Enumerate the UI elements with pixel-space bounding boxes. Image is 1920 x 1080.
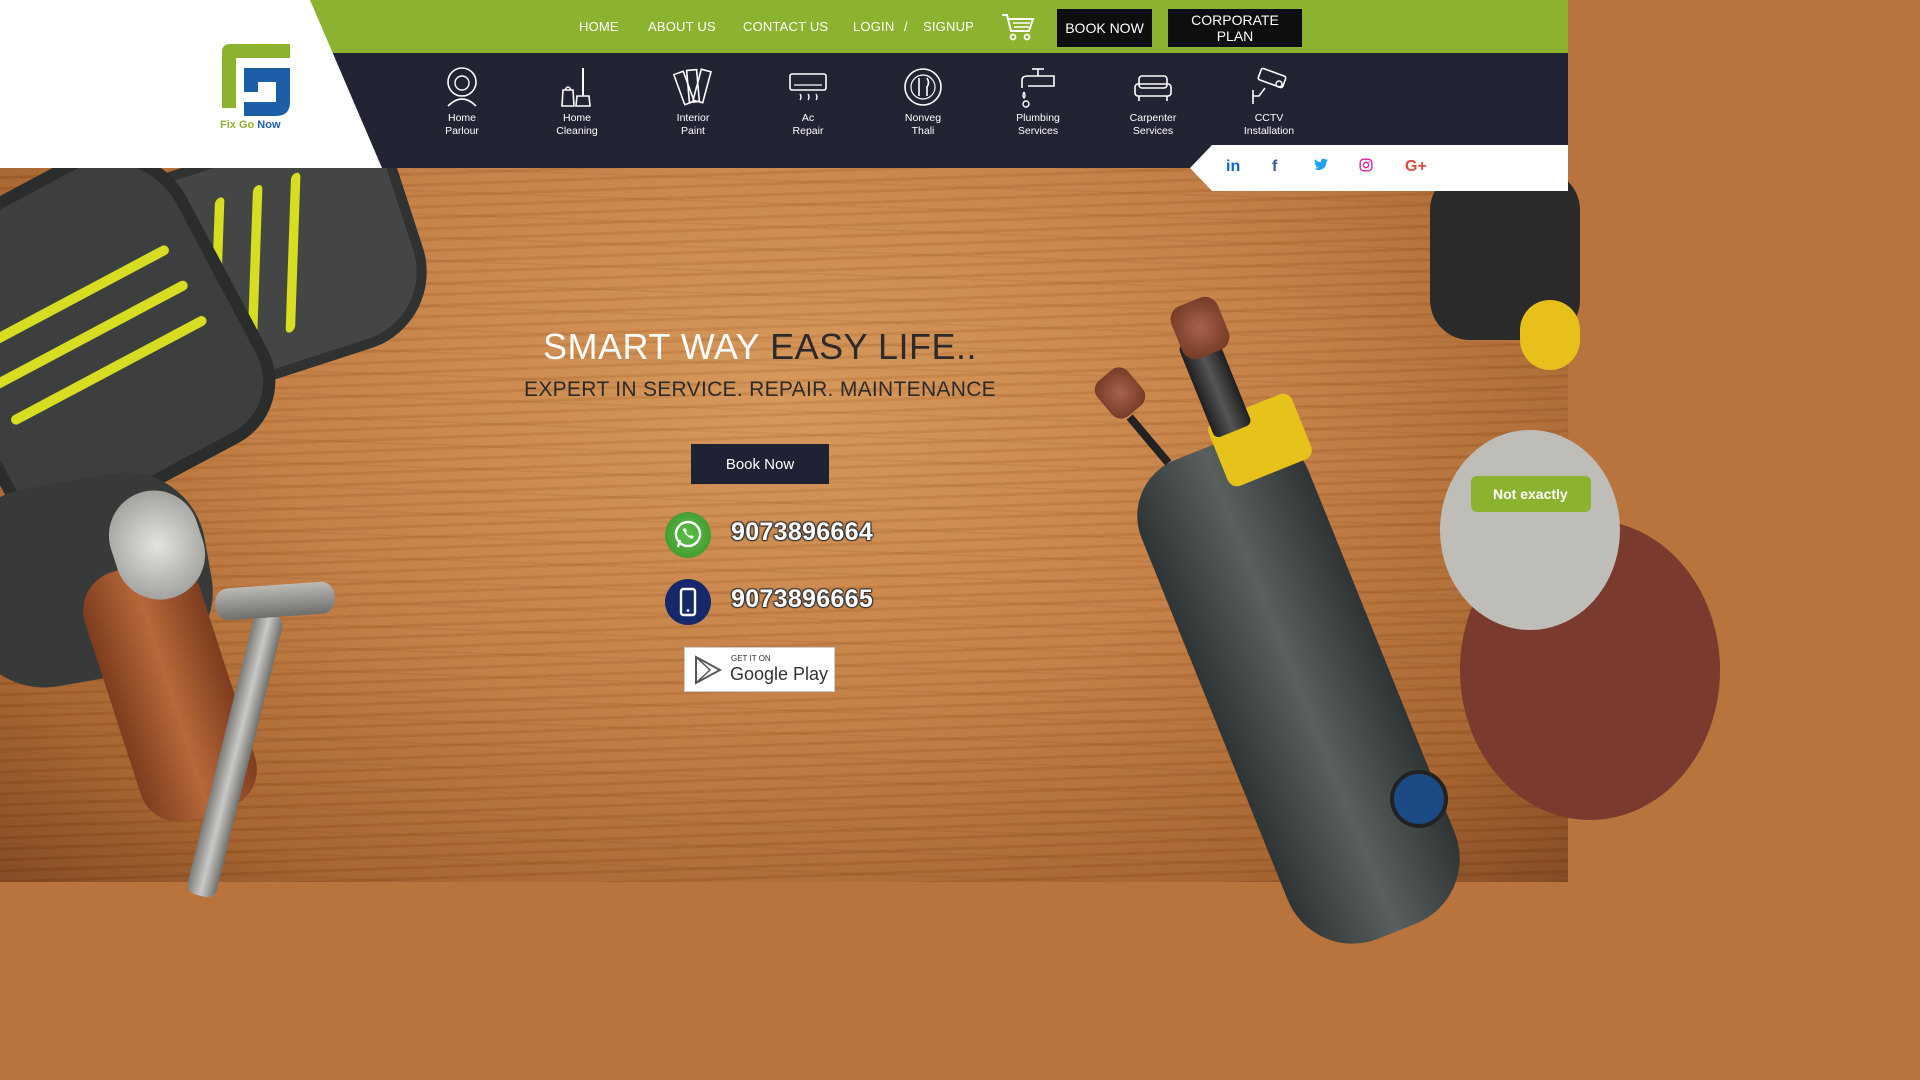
mobile-phone-icon[interactable] [665, 579, 711, 625]
twitter-bird-icon [1314, 158, 1328, 171]
nav-about: ABOUT US [648, 0, 716, 53]
nav-contact-link[interactable]: CONTACT US [743, 19, 828, 34]
service-cctv[interactable]: CCTV Installation [1219, 66, 1319, 138]
air-conditioner-icon [789, 73, 827, 101]
whatsapp-icon[interactable] [665, 512, 711, 558]
hero-subtitle: EXPERT IN SERVICE. REPAIR. MAINTENANCE [524, 378, 996, 401]
logo-text-now: Now [257, 119, 281, 131]
nav-about-link[interactable]: ABOUT US [648, 19, 716, 34]
nav-home: HOME [579, 0, 619, 53]
nav-login-link[interactable]: LOGIN [853, 19, 894, 34]
nav-home-link[interactable]: HOME [579, 19, 619, 34]
nav-contact: CONTACT US [743, 0, 828, 53]
book-now-button[interactable]: BOOK NOW [1057, 9, 1152, 47]
service-nonveg-thali[interactable]: Nonveg Thali [873, 66, 973, 138]
plate-cutlery-icon [904, 68, 942, 106]
service-label: Plumbing [1016, 112, 1060, 124]
service-label: Services [1017, 125, 1059, 137]
service-label: Ac [801, 112, 815, 124]
service-carpenter[interactable]: Carpenter Services [1103, 66, 1203, 138]
sofa-icon [1134, 75, 1172, 101]
smartphone-glyph-icon [679, 587, 697, 617]
tool-image [1520, 300, 1580, 370]
rotary-tool-button-image [1390, 770, 1448, 828]
service-label: CCTV [1254, 112, 1284, 124]
service-label: Nonveg [904, 112, 942, 124]
logo-text-fixgo: Fix Go [220, 119, 255, 131]
twitter-icon[interactable] [1314, 158, 1328, 176]
googleplus-icon[interactable]: G+ [1405, 158, 1427, 176]
nav-separator: / [904, 19, 908, 34]
tool-stripe [285, 171, 301, 334]
service-label: Cleaning [556, 125, 598, 137]
service-label: Parlour [445, 125, 479, 137]
linkedin-icon[interactable]: in [1226, 158, 1240, 176]
service-home-parlour[interactable]: Home Parlour [412, 66, 512, 138]
hero-title-white: SMART WAY [543, 326, 760, 367]
service-label: Interior [676, 112, 710, 124]
faucet-icon [1021, 68, 1055, 108]
corporate-plan-button[interactable]: CORPORATE PLAN [1168, 9, 1302, 47]
service-label: Carpenter [1129, 112, 1177, 124]
service-home-cleaning[interactable]: Home Cleaning [527, 66, 627, 138]
whatsapp-number[interactable]: 9073896664 [731, 518, 873, 547]
instagram-icon[interactable] [1359, 158, 1373, 177]
service-label: Home [562, 112, 591, 124]
cart-icon[interactable] [1001, 12, 1035, 42]
service-label: Repair [792, 125, 824, 137]
instagram-glyph-icon [1359, 158, 1373, 172]
hero-title-dark: EASY LIFE.. [770, 326, 977, 367]
woman-icon [447, 67, 477, 107]
nav-login: LOGIN [853, 0, 894, 53]
whatsapp-glyph-icon [674, 520, 702, 548]
sanding-disc-image [1440, 430, 1620, 630]
service-label: Paint [681, 125, 705, 137]
service-plumbing[interactable]: Plumbing Services [988, 66, 1088, 138]
service-ac-repair[interactable]: Ac Repair [758, 66, 858, 138]
cleaning-icon [561, 68, 591, 107]
service-interior-paint[interactable]: Interior Paint [643, 66, 743, 138]
google-play-big-text: Google Play [730, 664, 829, 684]
fixgonow-logo-icon [222, 44, 290, 116]
cctv-camera-icon [1252, 67, 1287, 104]
social-strip [1190, 145, 1568, 191]
service-label: Services [1132, 125, 1174, 137]
logo-wordmark: Fix Go Now [220, 119, 281, 131]
paint-swatch-icon [673, 68, 712, 106]
hero-book-now-button[interactable]: Book Now [691, 444, 829, 484]
nav-signup-link[interactable]: SIGNUP [923, 19, 974, 34]
nav-signup: SIGNUP [923, 0, 974, 53]
phone-number[interactable]: 9073896665 [731, 585, 873, 614]
feedback-tab[interactable]: Not exactly [1471, 476, 1591, 512]
facebook-icon[interactable]: f [1272, 158, 1277, 176]
hero-title: SMART WAY EASY LIFE.. [0, 326, 1520, 368]
service-label: Installation [1243, 125, 1295, 137]
google-play-badge[interactable]: GET IT ON Google Play [684, 647, 835, 692]
play-store-icon [695, 655, 722, 685]
service-label: Home [447, 112, 476, 124]
google-play-small-text: GET IT ON [731, 654, 771, 663]
service-label: Thali [911, 125, 935, 137]
